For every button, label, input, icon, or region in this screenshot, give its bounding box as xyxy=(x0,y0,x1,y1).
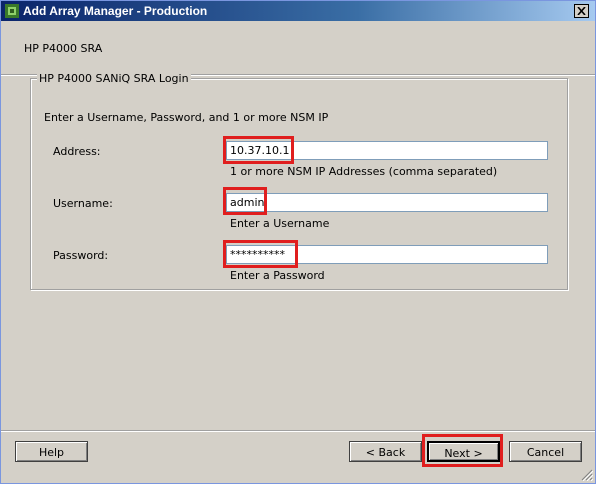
username-label: Username: xyxy=(53,197,113,210)
vmware-app-icon xyxy=(4,3,20,19)
dialog-content: HP P4000 SRA HP P4000 SANiQ SRA Login En… xyxy=(1,21,595,483)
next-button[interactable]: Next > xyxy=(427,441,500,462)
close-button[interactable] xyxy=(574,4,589,18)
username-hint: Enter a Username xyxy=(230,217,330,230)
login-groupbox-legend: HP P4000 SANiQ SRA Login xyxy=(37,72,191,85)
address-hint: 1 or more NSM IP Addresses (comma separa… xyxy=(230,165,498,178)
resize-grip-icon[interactable] xyxy=(581,469,594,482)
address-label: Address: xyxy=(53,145,101,158)
page-header-label: HP P4000 SRA xyxy=(24,42,103,55)
dialog-window: Add Array Manager - Production HP P4000 … xyxy=(0,0,596,484)
close-icon xyxy=(577,5,586,18)
cancel-button[interactable]: Cancel xyxy=(509,441,582,462)
password-input[interactable]: ********** xyxy=(226,245,548,264)
login-instructions: Enter a Username, Password, and 1 or mor… xyxy=(44,111,329,124)
username-input[interactable]: admin xyxy=(226,193,548,212)
title-bar[interactable]: Add Array Manager - Production xyxy=(1,1,595,21)
help-button[interactable]: Help xyxy=(15,441,88,462)
password-hint: Enter a Password xyxy=(230,269,325,282)
back-button[interactable]: < Back xyxy=(349,441,422,462)
password-label: Password: xyxy=(53,249,109,262)
button-bar-divider xyxy=(1,430,595,432)
window-title: Add Array Manager - Production xyxy=(23,4,208,18)
address-input[interactable]: 10.37.10.1 xyxy=(226,141,548,160)
